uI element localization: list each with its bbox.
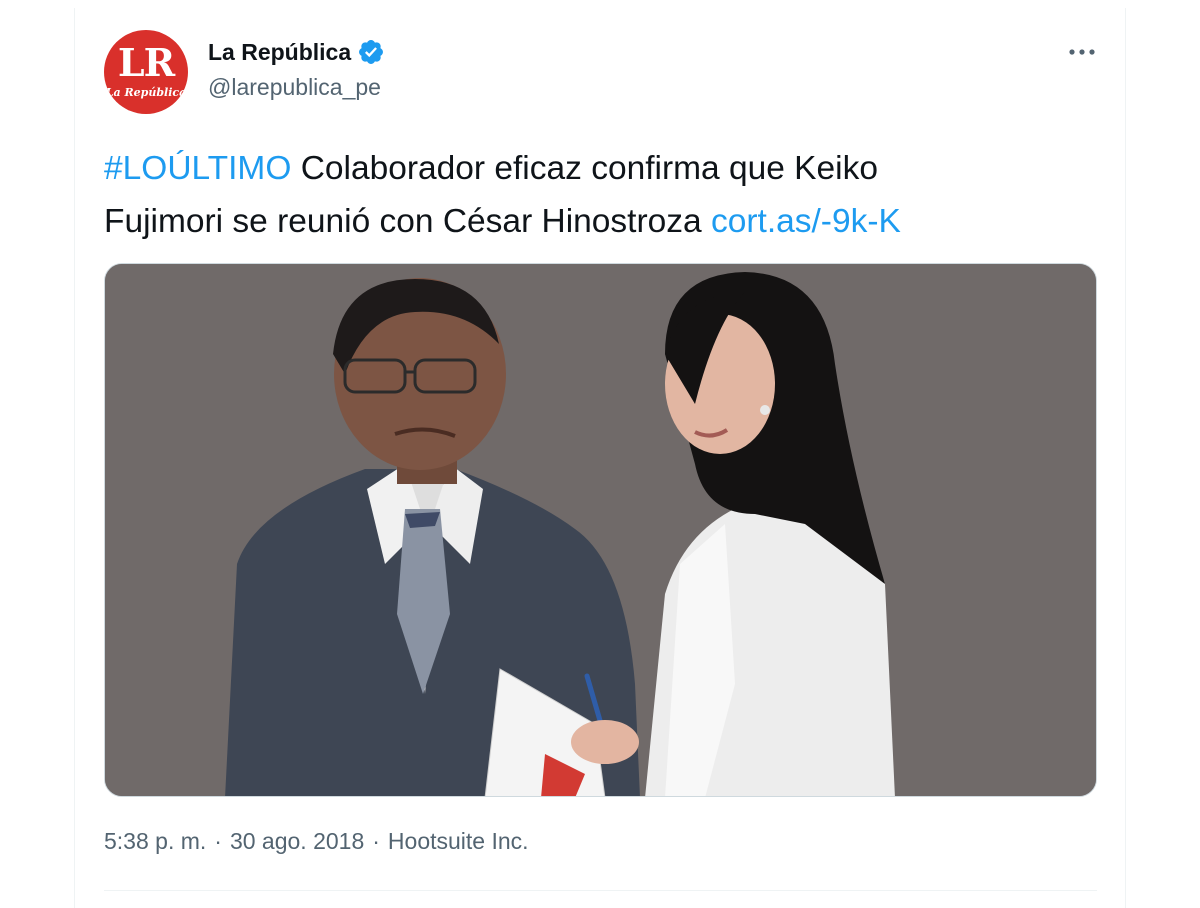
meta-separator-2: ·	[372, 828, 380, 854]
tweet-time[interactable]: 5:38 p. m.	[104, 828, 206, 855]
photo-illustration	[105, 264, 1096, 796]
tweet-source[interactable]: Hootsuite Inc.	[388, 828, 529, 855]
tweet-date[interactable]: 30 ago. 2018	[230, 828, 364, 855]
more-options-icon[interactable]	[1062, 36, 1102, 68]
url-link[interactable]: cort.as/-9k-K	[711, 203, 901, 240]
avatar-logo-subtext: La República	[105, 86, 187, 99]
avatar-logo-text: LR	[117, 40, 175, 85]
avatar[interactable]: LR La República	[104, 30, 188, 114]
divider	[104, 890, 1097, 891]
tweet-text-line-1: Colaborador eficaz confirma que Keiko	[291, 150, 878, 187]
meta-separator: ·	[214, 828, 222, 854]
verified-badge-icon	[357, 38, 385, 66]
handle[interactable]: @larepublica_pe	[208, 74, 381, 101]
tweet-photo[interactable]	[104, 263, 1097, 797]
display-name[interactable]: La República	[208, 39, 351, 66]
name-row: La República	[208, 38, 385, 66]
tweet-text-line-2: Fujimori se reunió con César Hinostroza	[104, 203, 711, 240]
hashtag-link[interactable]: #LOÚLTIMO	[104, 150, 291, 187]
tweet-text: #LOÚLTIMO Colaborador eficaz confirma qu…	[104, 142, 1104, 248]
tweet-meta: 5:38 p. m. · 30 ago. 2018 · Hootsuite In…	[104, 828, 529, 855]
